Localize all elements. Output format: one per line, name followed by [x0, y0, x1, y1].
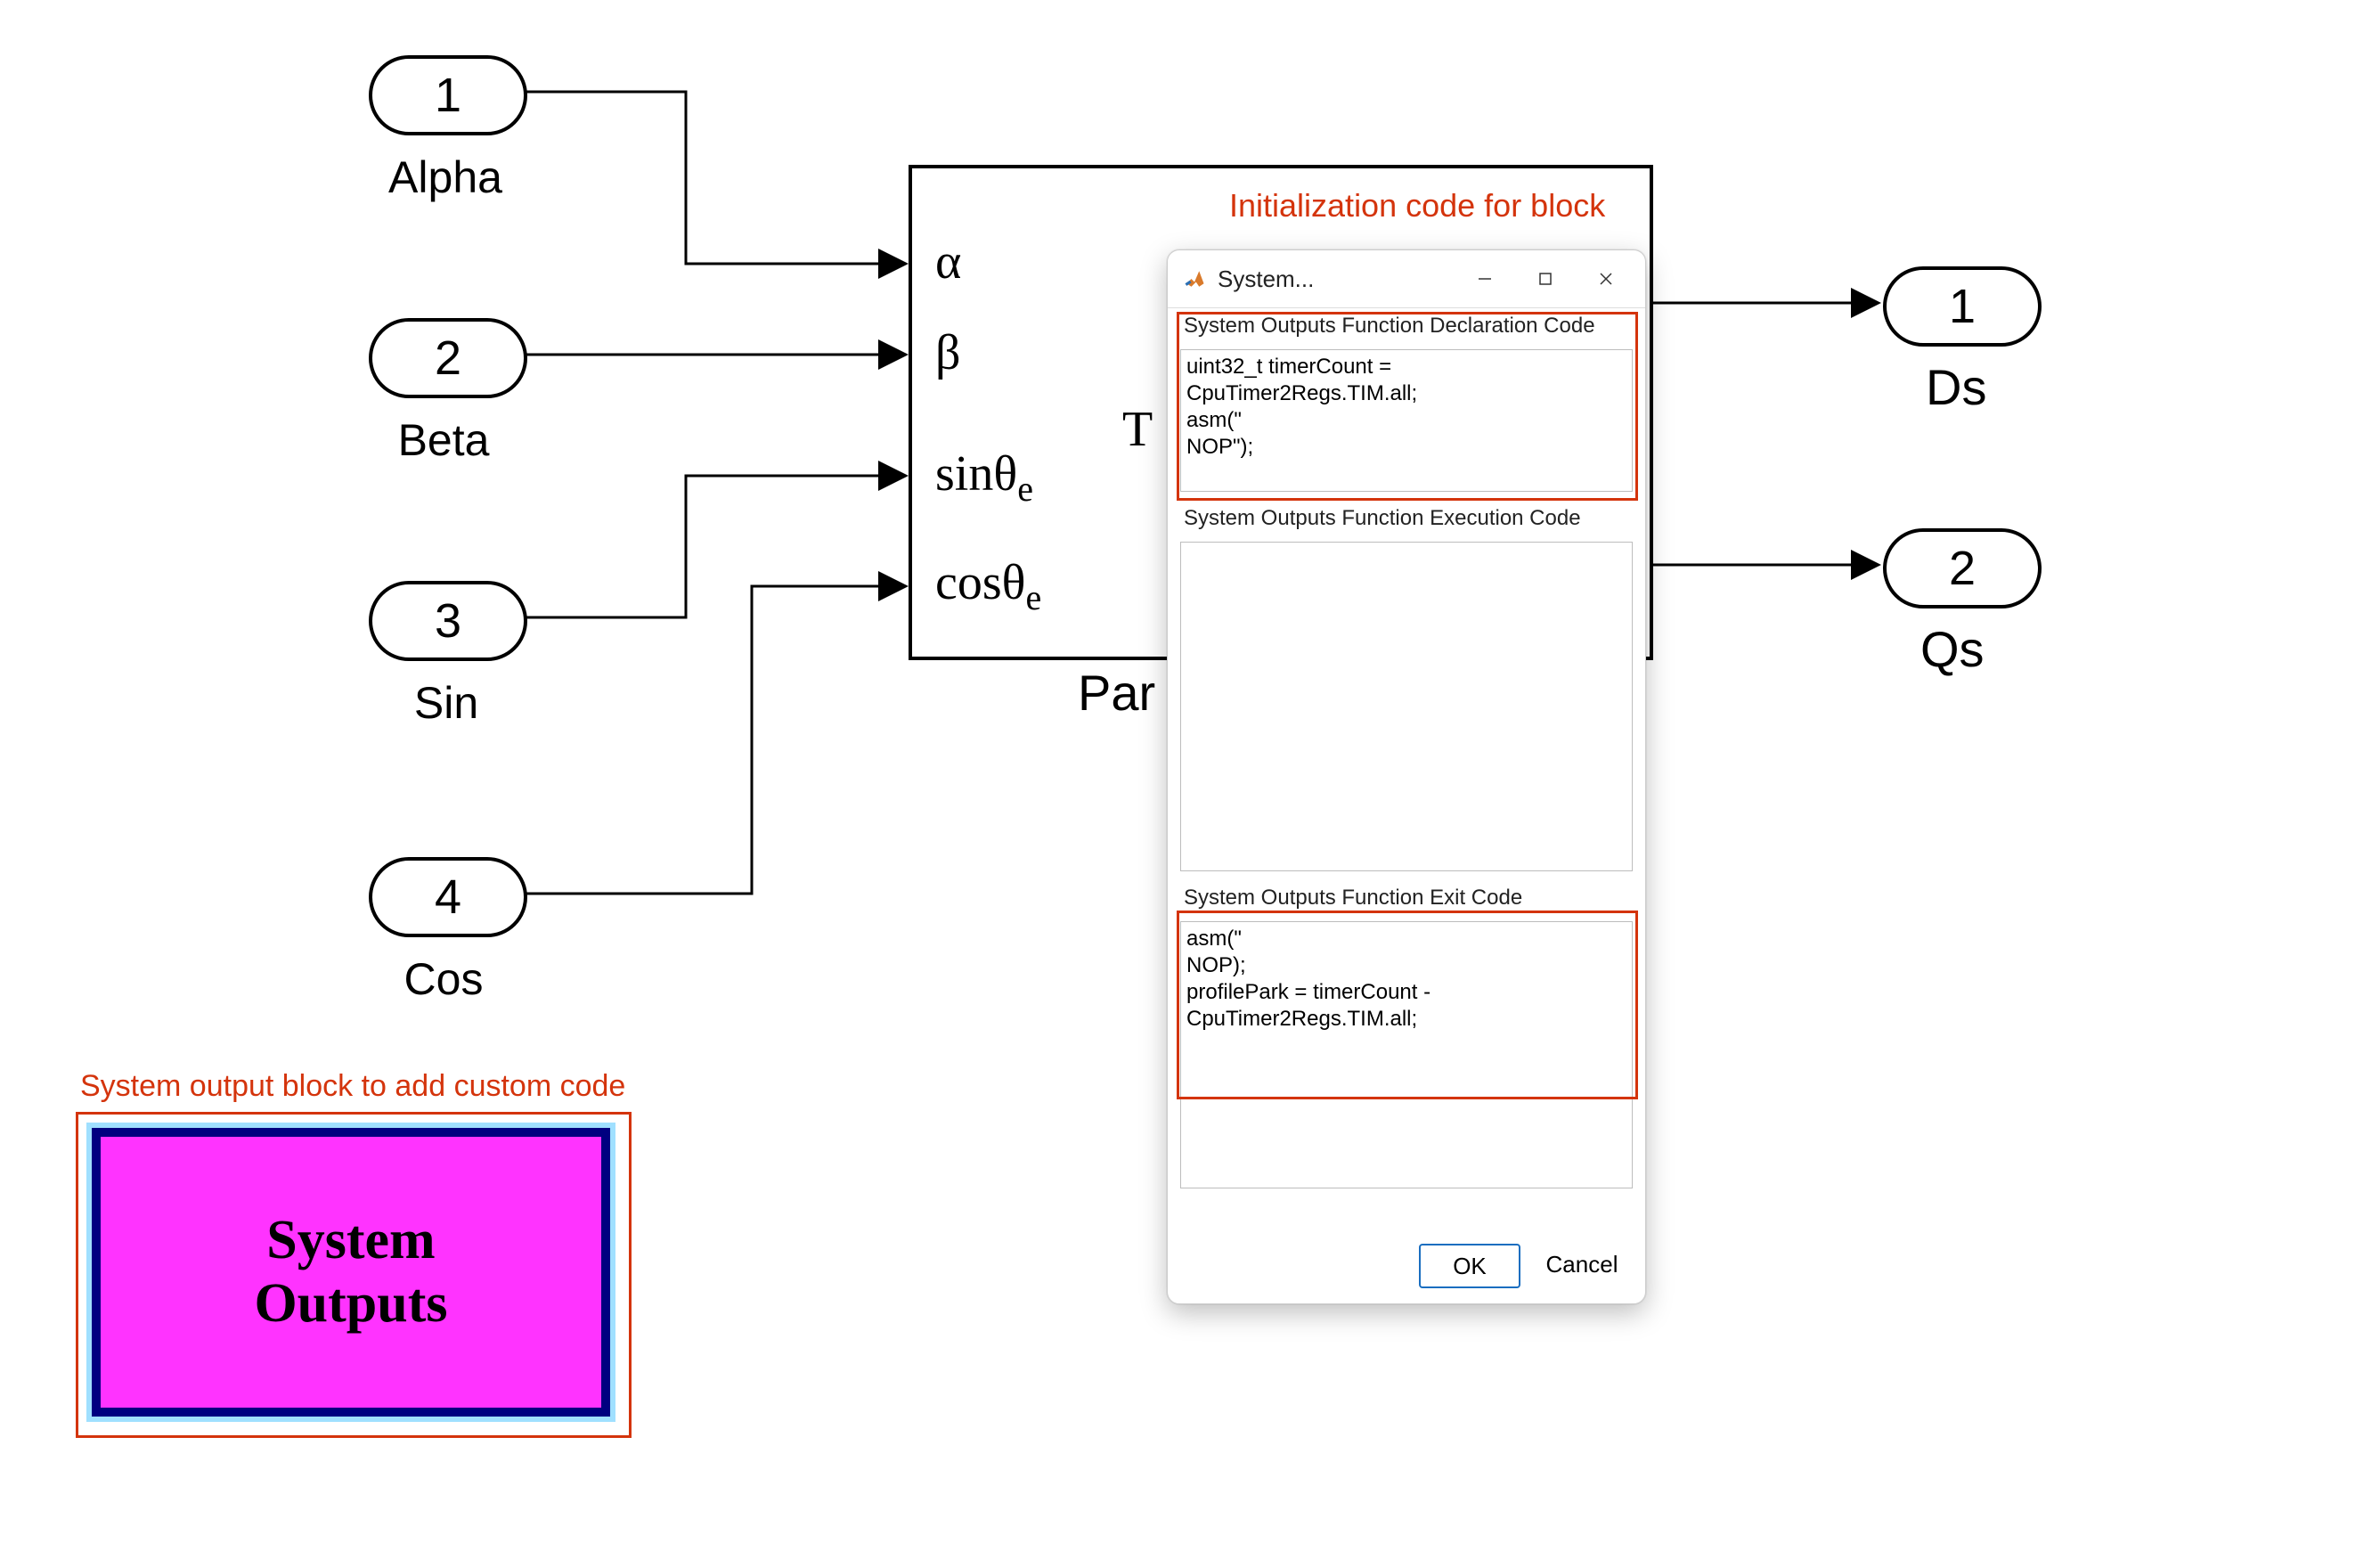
maximize-button[interactable]	[1520, 261, 1570, 297]
dialog-titlebar[interactable]: System...	[1168, 250, 1645, 308]
park-block-right-text: T	[1122, 401, 1153, 458]
inport-3-label: Sin	[406, 677, 486, 729]
inport-4-num: 4	[435, 870, 461, 925]
system-outputs-label: System Outputs	[254, 1209, 447, 1336]
decl-code-textarea[interactable]	[1180, 349, 1633, 492]
inport-2-label: Beta	[390, 414, 497, 466]
outport-2[interactable]: 2	[1883, 528, 2042, 608]
inport-2-num: 2	[435, 331, 461, 386]
dialog-title: System...	[1218, 265, 1314, 293]
exit-label: System Outputs Function Exit Code	[1180, 880, 1633, 912]
close-button[interactable]	[1581, 261, 1631, 297]
exec-label: System Outputs Function Execution Code	[1180, 501, 1633, 533]
inport-4-label: Cos	[399, 953, 488, 1005]
annotation-sys-output: System output block to add custom code	[80, 1069, 625, 1104]
exec-code-textarea[interactable]	[1180, 542, 1633, 871]
inport-2[interactable]: 2	[369, 318, 527, 398]
outport-1-num: 1	[1949, 279, 1976, 334]
park-in-beta: β	[935, 324, 961, 381]
dialog-body: System Outputs Function Declaration Code…	[1168, 308, 1645, 1304]
park-block-name: Par	[1078, 664, 1155, 722]
ok-button[interactable]: OK	[1419, 1244, 1520, 1288]
park-in-cos: cosθe	[935, 554, 1041, 618]
system-outputs-dialog[interactable]: System... System Outputs Function Declar…	[1167, 249, 1646, 1304]
exit-code-textarea[interactable]	[1180, 921, 1633, 1188]
minimize-button[interactable]	[1460, 261, 1510, 297]
matlab-icon	[1182, 266, 1207, 291]
diagram-canvas: 1 Alpha 2 Beta 3 Sin 4 Cos α β sinθe cos…	[0, 0, 2380, 1568]
inport-3[interactable]: 3	[369, 581, 527, 661]
inport-1-label: Alpha	[383, 151, 508, 203]
park-in-sin: sinθe	[935, 445, 1033, 510]
park-in-alpha: α	[935, 233, 961, 290]
outport-1-label: Ds	[1926, 358, 1986, 416]
inport-4[interactable]: 4	[369, 857, 527, 937]
outport-2-label: Qs	[1920, 620, 1985, 678]
cancel-button[interactable]: Cancel	[1533, 1244, 1631, 1285]
decl-label: System Outputs Function Declaration Code	[1180, 308, 1633, 340]
outport-1[interactable]: 1	[1883, 266, 2042, 347]
inport-1-num: 1	[435, 68, 461, 123]
inport-1[interactable]: 1	[369, 55, 527, 135]
system-outputs-block[interactable]: System Outputs	[92, 1128, 610, 1417]
outport-2-num: 2	[1949, 541, 1976, 596]
inport-3-num: 3	[435, 593, 461, 649]
dialog-footer: OK Cancel	[1180, 1233, 1633, 1292]
annotation-init-code: Initialization code for block	[1229, 187, 1605, 225]
